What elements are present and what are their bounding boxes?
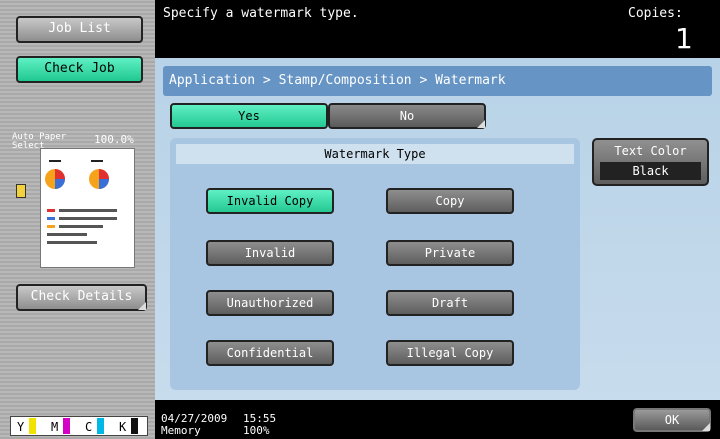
- toner-label-m: M: [51, 420, 59, 434]
- job-list-button[interactable]: Job List: [16, 16, 143, 43]
- toner-label-y: Y: [17, 420, 25, 434]
- text-color-value: Black: [600, 162, 701, 180]
- toner-bar-magenta: [63, 418, 70, 434]
- watermark-confidential-button[interactable]: Confidential: [206, 340, 334, 366]
- zoom-value: 100.0%: [94, 133, 134, 146]
- document-preview-icon: [45, 160, 117, 244]
- watermark-unauthorized-button[interactable]: Unauthorized: [206, 290, 334, 316]
- header-bar: Specify a watermark type. Copies: 1: [155, 0, 720, 58]
- toner-bar-black: [131, 418, 138, 434]
- ok-button-label: OK: [664, 413, 680, 427]
- toner-bar-cyan: [97, 418, 104, 434]
- main-area: Application > Stamp/Composition > Waterm…: [155, 58, 720, 400]
- no-button-label: No: [399, 109, 415, 123]
- yes-button[interactable]: Yes: [170, 103, 328, 129]
- screen: Job List Check Job Auto Paper Select 100…: [0, 0, 720, 439]
- preview-thumbnail: [40, 148, 135, 268]
- watermark-draft-button[interactable]: Draft: [386, 290, 514, 316]
- memory-value: 100%: [243, 424, 270, 437]
- corner-indicator: [477, 120, 485, 128]
- memory-label: Memory: [161, 424, 201, 437]
- check-details-button[interactable]: Check Details: [16, 284, 147, 311]
- breadcrumb: Application > Stamp/Composition > Waterm…: [163, 66, 712, 96]
- corner-indicator: [138, 302, 146, 310]
- check-job-button[interactable]: Check Job: [16, 56, 143, 83]
- toner-label-k: K: [119, 420, 127, 434]
- watermark-illegal-copy-button[interactable]: Illegal Copy: [386, 340, 514, 366]
- ok-button[interactable]: OK: [633, 408, 711, 432]
- copy-stack-icon: [16, 184, 26, 198]
- status-footer: 04/27/2009 15:55 Memory 100% OK: [155, 400, 720, 439]
- watermark-invalid-copy-button[interactable]: Invalid Copy: [206, 188, 334, 214]
- text-color-button[interactable]: Text Color Black: [592, 138, 709, 186]
- toner-bar-yellow: [29, 418, 36, 434]
- toner-levels: Y M C K: [10, 416, 148, 436]
- watermark-type-panel: Watermark Type Invalid Copy Copy Invalid…: [170, 138, 580, 390]
- text-color-label: Text Color: [614, 144, 687, 158]
- instruction-text: Specify a watermark type.: [163, 6, 359, 21]
- left-panel: Job List Check Job Auto Paper Select 100…: [0, 0, 155, 439]
- copies-count: 1: [675, 22, 693, 55]
- watermark-invalid-button[interactable]: Invalid: [206, 240, 334, 266]
- no-button[interactable]: No: [328, 103, 486, 129]
- copies-label: Copies:: [628, 6, 683, 21]
- corner-indicator: [702, 423, 710, 431]
- watermark-private-button[interactable]: Private: [386, 240, 514, 266]
- toner-label-c: C: [85, 420, 93, 434]
- panel-title: Watermark Type: [176, 144, 574, 164]
- watermark-copy-button[interactable]: Copy: [386, 188, 514, 214]
